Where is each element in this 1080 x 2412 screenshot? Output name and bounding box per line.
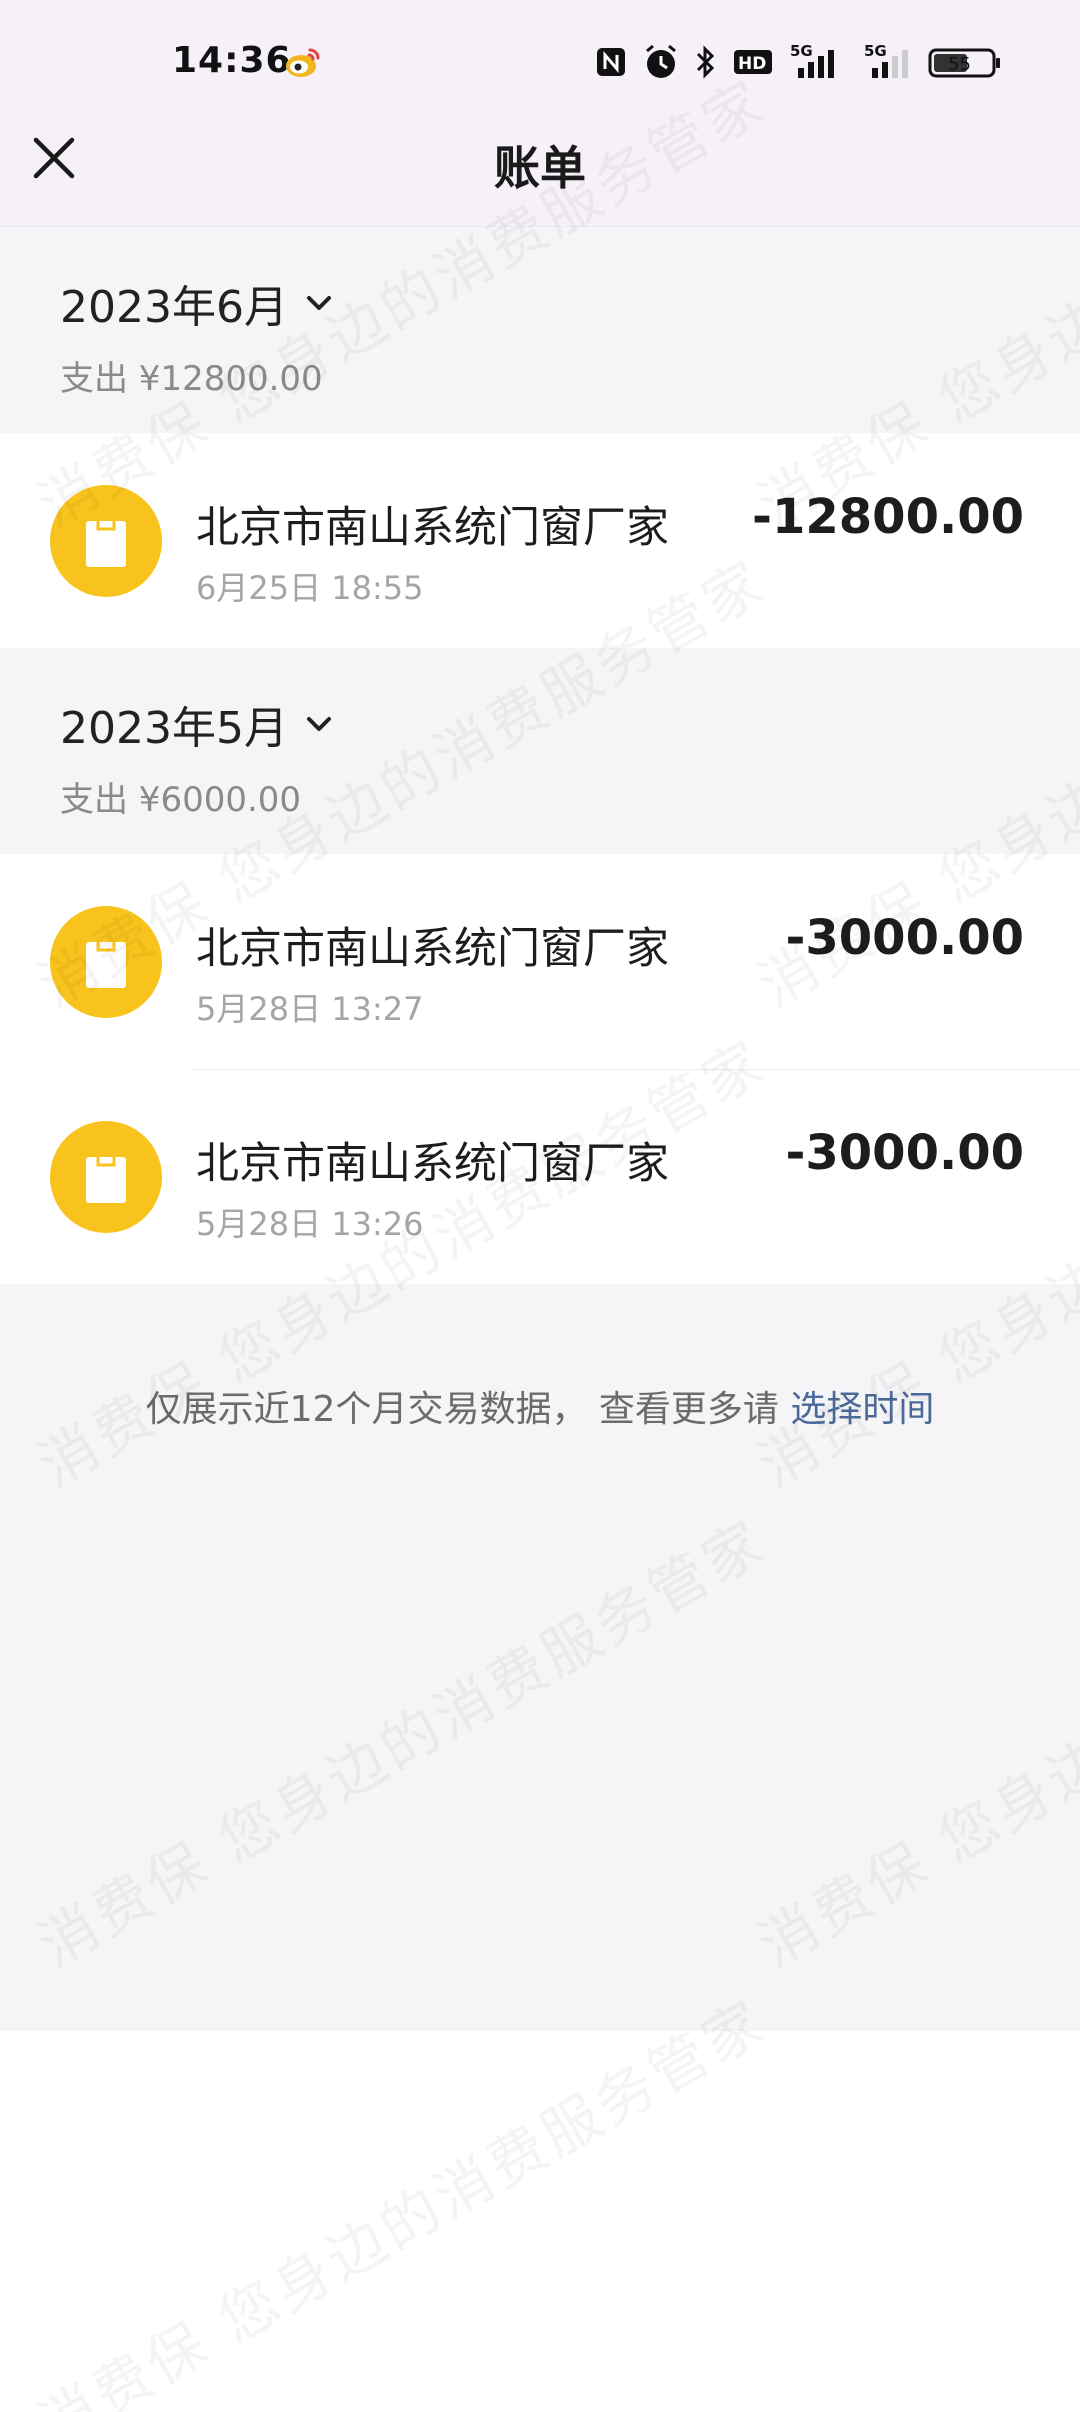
month-header-may: 2023年5月 支出 ¥6000.00	[0, 648, 1080, 854]
transaction-row[interactable]: 北京市南山系统门窗厂家 5月28日 13:26 -3000.00	[0, 1069, 1080, 1284]
month-selector[interactable]: 2023年6月	[60, 273, 336, 333]
weibo-icon	[286, 48, 320, 77]
transaction-amount: -3000.00	[785, 1125, 1024, 1181]
chevron-down-icon	[306, 717, 331, 731]
hd-icon: HD	[734, 50, 772, 74]
status-time: 14:36	[172, 40, 292, 81]
select-time-link[interactable]: 选择时间	[790, 1389, 934, 1430]
footer-note: 仅展示近12个月交易数据， 查看更多请 选择时间	[0, 1380, 1080, 1432]
month-selector[interactable]: 2023年5月	[60, 694, 336, 754]
merchant-avatar	[50, 485, 162, 597]
transaction-group-may: 北京市南山系统门窗厂家 5月28日 13:27 -3000.00 北京市南山系统…	[0, 854, 1080, 1284]
month-expense-summary: 支出 ¥6000.00	[60, 780, 302, 820]
signal-5g-icon-1: 5G	[790, 42, 834, 78]
bill-list: 2023年6月 支出 ¥12800.00 北京市南山系统门窗厂家 6月25日 1…	[0, 227, 1080, 2031]
shopping-bag-icon	[86, 1157, 126, 1203]
svg-text:5G: 5G	[790, 42, 813, 60]
merchant-name: 北京市南山系统门窗厂家	[196, 503, 669, 553]
footer-note-text: 仅展示近12个月交易数据， 查看更多请	[145, 1389, 791, 1430]
merchant-avatar	[50, 906, 162, 1018]
transaction-amount: -12800.00	[752, 489, 1024, 545]
merchant-avatar	[50, 1121, 162, 1233]
bluetooth-icon	[696, 45, 715, 79]
top-bar: 14:36 HD 5G 5G 55 账单	[0, 0, 1080, 227]
battery-icon: 55	[928, 48, 1000, 78]
page-title: 账单	[494, 141, 586, 195]
transaction-row[interactable]: 北京市南山系统门窗厂家 6月25日 18:55 -12800.00	[0, 433, 1080, 648]
signal-5g-icon-2: 5G	[864, 42, 908, 78]
transaction-amount: -3000.00	[785, 910, 1024, 966]
footer-area: 仅展示近12个月交易数据， 查看更多请 选择时间	[0, 1284, 1080, 2031]
shopping-bag-icon	[86, 942, 126, 988]
svg-text:HD: HD	[738, 54, 766, 74]
transaction-time: 5月28日 13:27	[196, 990, 424, 1028]
svg-text:5G: 5G	[864, 42, 887, 60]
month-title: 2023年6月	[60, 282, 288, 333]
nfc-icon	[597, 48, 625, 76]
alarm-icon	[646, 44, 676, 78]
status-icons: HD 5G 5G 55	[594, 42, 1004, 86]
merchant-name: 北京市南山系统门窗厂家	[196, 924, 669, 974]
transaction-time: 5月28日 13:26	[196, 1205, 424, 1243]
watermark-text: 消费保 您身边的消费服务管家	[20, 1976, 779, 2412]
merchant-name: 北京市南山系统门窗厂家	[196, 1139, 669, 1189]
transaction-time: 6月25日 18:55	[196, 569, 424, 607]
month-header-june: 2023年6月 支出 ¥12800.00	[0, 227, 1080, 433]
chevron-down-icon	[306, 296, 331, 310]
svg-text:55: 55	[948, 54, 971, 75]
month-expense-summary: 支出 ¥12800.00	[60, 359, 323, 399]
transaction-group-june: 北京市南山系统门窗厂家 6月25日 18:55 -12800.00	[0, 433, 1080, 648]
shopping-bag-icon	[86, 521, 126, 567]
month-title: 2023年5月	[60, 703, 288, 754]
transaction-row[interactable]: 北京市南山系统门窗厂家 5月28日 13:27 -3000.00	[0, 854, 1080, 1069]
